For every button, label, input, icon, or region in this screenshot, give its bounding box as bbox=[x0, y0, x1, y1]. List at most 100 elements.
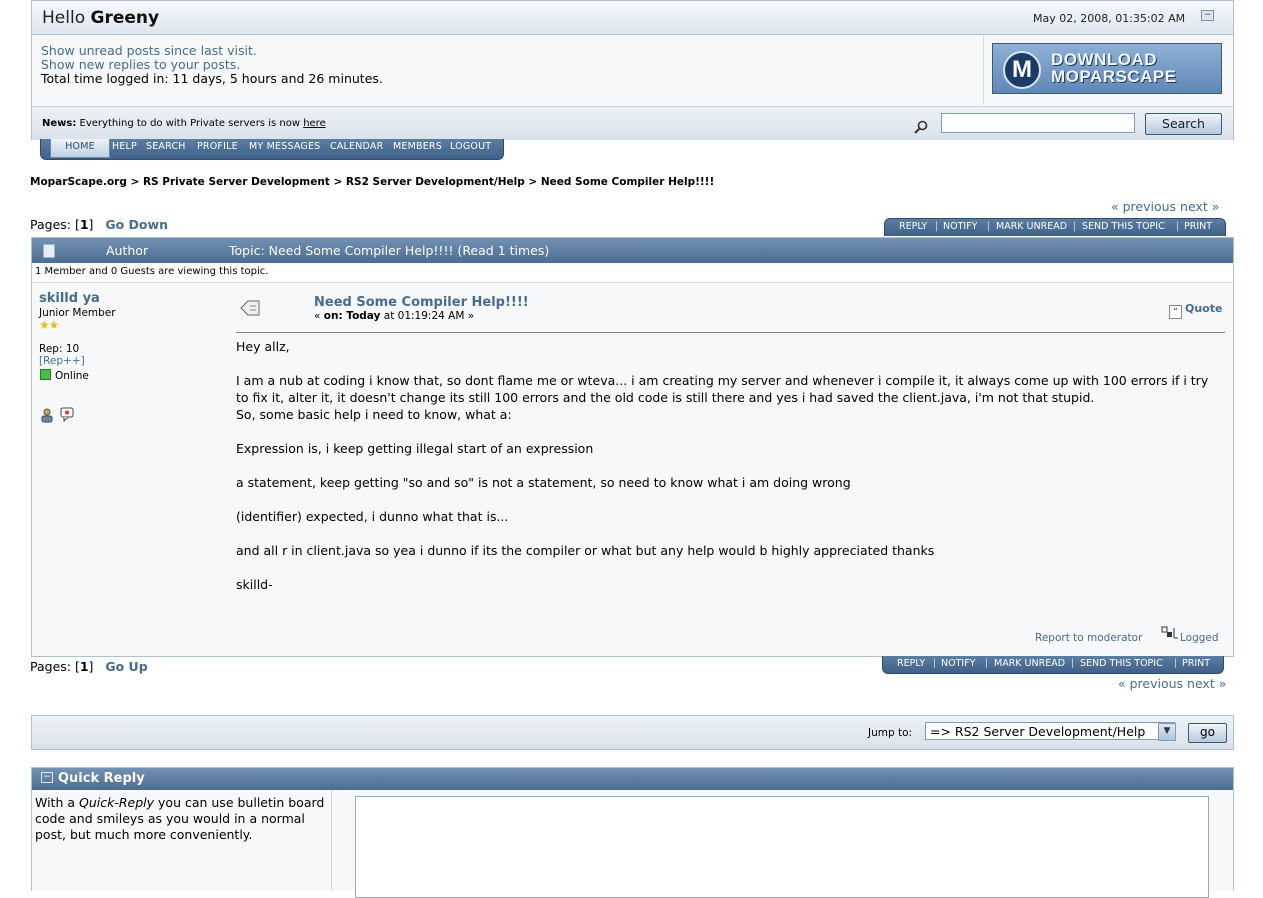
prev-next-links[interactable]: « previous next » bbox=[1111, 199, 1219, 214]
print-button[interactable]: PRINT bbox=[1184, 221, 1212, 232]
author-header: Author bbox=[106, 243, 149, 258]
send-topic-button[interactable]: SEND THIS TOPIC bbox=[1080, 658, 1163, 669]
greeting-bar: Hello Greeny May 02, 2008, 01:35:02 AM − bbox=[32, 1, 1233, 35]
topic-title: Topic: Need Some Compiler Help!!!! (Read… bbox=[229, 243, 550, 258]
topic-table: Author Topic: Need Some Compiler Help!!!… bbox=[31, 237, 1234, 657]
tab-logout[interactable]: LOGOUT bbox=[447, 139, 494, 156]
separator: | bbox=[1176, 221, 1180, 232]
post-line: Expression is, i keep getting illegal st… bbox=[236, 441, 594, 456]
user-info-box: Hello Greeny May 02, 2008, 01:35:02 AM −… bbox=[31, 0, 1234, 140]
notify-button[interactable]: NOTIFY bbox=[943, 221, 977, 232]
search-button[interactable]: Search bbox=[1145, 113, 1222, 135]
current-page: 1 bbox=[79, 217, 89, 232]
separator: | bbox=[1174, 658, 1178, 669]
quote-button[interactable]: Quote bbox=[1185, 302, 1222, 315]
main-menu: HOME HELP SEARCH PROFILE MY MESSAGES CAL… bbox=[40, 139, 504, 160]
news-link[interactable]: here bbox=[303, 118, 326, 129]
topic-header: Author Topic: Need Some Compiler Help!!!… bbox=[32, 238, 1233, 263]
message-icon bbox=[239, 299, 261, 321]
unread-posts-link[interactable]: Show unread posts since last visit. bbox=[41, 43, 257, 58]
post-subject[interactable]: Need Some Compiler Help!!!! bbox=[314, 295, 529, 310]
rank-stars-icon: ★★ bbox=[39, 318, 59, 332]
quick-reply-header: − Quick Reply bbox=[32, 768, 1233, 790]
go-down-link[interactable]: Go Down bbox=[105, 217, 168, 232]
new-replies-link[interactable]: Show new replies to your posts. bbox=[41, 57, 240, 72]
search-input[interactable] bbox=[941, 113, 1135, 133]
tab-members[interactable]: MEMBERS bbox=[390, 139, 445, 156]
quick-reply-textarea[interactable] bbox=[355, 796, 1209, 898]
collapse-icon[interactable]: − bbox=[41, 772, 53, 783]
quick-reply: − Quick Reply With a Quick-Reply you can… bbox=[31, 767, 1234, 898]
tab-calendar[interactable]: CALENDAR bbox=[327, 139, 386, 156]
reputation: Rep: 10 bbox=[39, 343, 80, 355]
time-logged-in: Total time logged in: 11 days, 5 hours a… bbox=[41, 71, 383, 86]
logged-text: Logged bbox=[1180, 632, 1219, 644]
post-line bbox=[236, 423, 1216, 440]
mark-unread-button[interactable]: MARK UNREAD bbox=[994, 658, 1065, 669]
tab-help[interactable]: HELP bbox=[109, 139, 140, 156]
post-line bbox=[236, 457, 1216, 474]
reply-button[interactable]: REPLY bbox=[899, 221, 927, 232]
current-page: 1 bbox=[79, 659, 89, 674]
pagination: Pages: [1] Go Down bbox=[30, 217, 168, 232]
mark-unread-button[interactable]: MARK UNREAD bbox=[996, 221, 1067, 232]
greeting: Hello Greeny bbox=[42, 8, 160, 28]
separator: | bbox=[985, 658, 989, 669]
pagination-bottom: Pages: [1] Go Up bbox=[30, 659, 148, 674]
post-line: a statement, keep getting "so and so" is… bbox=[236, 475, 851, 490]
post-body: Hey allz, I am a nub at coding i know th… bbox=[236, 338, 1216, 593]
collapse-icon[interactable]: − bbox=[1201, 10, 1214, 21]
news-bar: News: Everything to do with Private serv… bbox=[32, 106, 1233, 140]
search-icon bbox=[914, 120, 928, 134]
poster-name[interactable]: skilld ya bbox=[39, 291, 100, 306]
banner-text-moparscape: MOPARSCAPE bbox=[1051, 67, 1177, 86]
post-line bbox=[236, 355, 1216, 372]
rep-plus-link[interactable]: [Rep++] bbox=[39, 355, 85, 367]
post-line: and all r in client.java so yea i dunno … bbox=[236, 543, 935, 558]
notify-button[interactable]: NOTIFY bbox=[941, 658, 975, 669]
personal-message-icon[interactable] bbox=[60, 407, 74, 423]
post-line: I am a nub at coding i know that, so don… bbox=[236, 373, 1209, 405]
download-banner[interactable]: M DOWNLOAD MOPARSCAPE bbox=[992, 43, 1222, 94]
online-status-icon bbox=[40, 369, 51, 380]
tab-profile[interactable]: PROFILE bbox=[194, 139, 241, 156]
tab-home[interactable]: HOME bbox=[50, 139, 110, 158]
reply-button[interactable]: REPLY bbox=[897, 658, 925, 669]
post-divider bbox=[236, 332, 1225, 333]
separator: | bbox=[935, 221, 939, 232]
post-line bbox=[236, 559, 1216, 576]
post-line: Hey allz, bbox=[236, 339, 290, 354]
topic-buttons-bottom: REPLY NOTIFY MARK UNREAD SEND THIS TOPIC… bbox=[882, 656, 1224, 674]
breadcrumb[interactable]: MoparScape.org > RS Private Server Devel… bbox=[30, 176, 714, 188]
send-topic-button[interactable]: SEND THIS TOPIC bbox=[1082, 221, 1165, 232]
viewing-text: 1 Member and 0 Guests are viewing this t… bbox=[35, 266, 269, 277]
profile-icon[interactable] bbox=[40, 408, 54, 423]
chevron-down-icon[interactable]: ▼ bbox=[1158, 723, 1176, 741]
topic-icon bbox=[43, 244, 55, 258]
post: skilld ya Junior Member ★★ Rep: 10 [Rep+… bbox=[32, 283, 1233, 656]
jump-to-select[interactable]: => RS2 Server Development/Help bbox=[925, 722, 1175, 740]
quote-icon[interactable]: “ bbox=[1169, 305, 1182, 319]
separator: | bbox=[1073, 221, 1077, 232]
ip-logged-icon bbox=[1161, 626, 1179, 643]
go-up-link[interactable]: Go Up bbox=[105, 659, 147, 674]
tab-search[interactable]: SEARCH bbox=[143, 139, 189, 156]
go-button[interactable]: go bbox=[1188, 723, 1227, 743]
post-line: skilld- bbox=[236, 577, 273, 592]
post-line: (identifier) expected, i dunno what that… bbox=[236, 509, 509, 524]
topic-buttons-top: REPLY NOTIFY MARK UNREAD SEND THIS TOPIC… bbox=[884, 218, 1226, 236]
post-date: « on: Today at 01:19:24 AM » bbox=[314, 310, 475, 322]
tab-my-messages[interactable]: MY MESSAGES bbox=[246, 139, 323, 156]
print-button[interactable]: PRINT bbox=[1182, 658, 1210, 669]
post-line: So, some basic help i need to know, what… bbox=[236, 407, 512, 422]
online-status: Online bbox=[55, 370, 89, 382]
prev-next-links-bottom[interactable]: « previous next » bbox=[1118, 676, 1226, 691]
quick-reply-description: With a Quick-Reply you can use bulletin … bbox=[35, 795, 325, 842]
post-line bbox=[236, 491, 1216, 508]
jump-bar: Jump to: => RS2 Server Development/Help … bbox=[31, 715, 1234, 750]
banner-cell: M DOWNLOAD MOPARSCAPE bbox=[984, 35, 1233, 105]
jump-label: Jump to: bbox=[868, 727, 913, 739]
news-text: News: Everything to do with Private serv… bbox=[42, 118, 326, 129]
report-to-moderator-link[interactable]: Report to moderator bbox=[1035, 632, 1142, 644]
current-datetime: May 02, 2008, 01:35:02 AM bbox=[1033, 12, 1186, 25]
